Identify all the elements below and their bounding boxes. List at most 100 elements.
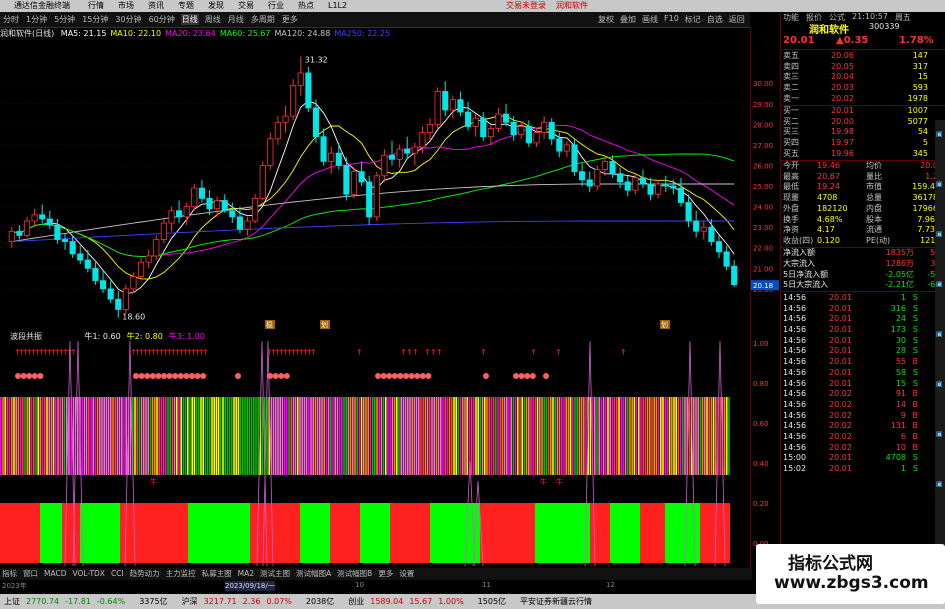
- indicator-bar: [576, 397, 578, 475]
- period-button[interactable]: 30分钟: [114, 14, 142, 25]
- indicator-tab[interactable]: 测试幅图A: [296, 568, 331, 580]
- indicator-header: 波段共振 牛1: 0.60 牛2: 0.80 牛3: 1.00: [0, 331, 750, 341]
- chart-tool-button[interactable]: 画线: [642, 14, 658, 25]
- period-button[interactable]: 日线: [180, 14, 199, 25]
- indicator-bar: [39, 397, 42, 475]
- indicator-bar: [242, 397, 244, 475]
- indicator-tab[interactable]: 指标: [2, 568, 17, 580]
- period-button[interactable]: 15分钟: [81, 14, 109, 25]
- chart-tool-button[interactable]: 复权: [598, 14, 614, 25]
- indicator-tab[interactable]: 窗口: [23, 568, 38, 580]
- tool-icon[interactable]: ▣: [936, 280, 944, 288]
- indicator-bar: [444, 397, 446, 475]
- menu-item[interactable]: 专题: [178, 0, 194, 12]
- indicator-bar: [371, 397, 374, 475]
- menu-item[interactable]: 发现: [208, 0, 224, 12]
- chart-tool-button[interactable]: 标记: [685, 14, 701, 25]
- quote-cell: -2.21亿: [885, 280, 914, 290]
- tool-icon[interactable]: ▣: [936, 180, 944, 188]
- indicator-tab[interactable]: 主力监控: [166, 568, 196, 580]
- period-button[interactable]: 5分钟: [53, 14, 76, 25]
- signal-dot: [149, 373, 156, 379]
- indicator-bar: [512, 397, 515, 475]
- indicator-bar: [138, 397, 141, 475]
- quote-row: 15:02 20.01 1 S: [781, 464, 945, 475]
- tool-icon[interactable]: ▣: [936, 230, 944, 238]
- period-button[interactable]: 1分钟: [25, 14, 48, 25]
- chart-tool-button[interactable]: 返回: [729, 14, 745, 25]
- chart-tool-button[interactable]: 叠加: [620, 14, 636, 25]
- quote-cell: 净流入额: [783, 248, 815, 258]
- trend-block: [120, 503, 188, 563]
- indicator-tab[interactable]: CCI: [111, 568, 124, 580]
- quote-cell: B: [912, 389, 919, 399]
- menu-item[interactable]: L1L2: [328, 0, 347, 12]
- indicator-tab[interactable]: MA2: [238, 568, 254, 580]
- indicator-tab[interactable]: 更多: [378, 568, 393, 580]
- ma-value: MA20: 23.64: [165, 29, 216, 38]
- indicator-bar: [112, 397, 114, 475]
- period-button[interactable]: 分时: [2, 14, 20, 25]
- period-button[interactable]: 多周期: [250, 14, 276, 25]
- quote-cell: 91: [895, 389, 906, 399]
- indicator-tab[interactable]: 设置: [399, 568, 414, 580]
- tool-icon[interactable]: ▣: [936, 380, 944, 388]
- indicator-bar: [578, 397, 581, 475]
- indicator-bar: [33, 397, 35, 475]
- indicator-tab[interactable]: 测试主图: [260, 568, 290, 580]
- indicator-bar: [169, 397, 171, 475]
- date-label: 12: [606, 581, 615, 589]
- indicator-bar: [402, 397, 405, 475]
- tool-icon[interactable]: ▣: [936, 330, 944, 338]
- quote-cell: 20.01: [829, 357, 852, 367]
- indicator-bar: [442, 397, 444, 475]
- indicator-bar: [635, 397, 638, 475]
- quote-row: 买一 20.01 1007: [781, 106, 945, 117]
- indicator-tab[interactable]: 趋势动力: [130, 568, 160, 580]
- quote-cell: 14:56: [783, 346, 807, 356]
- period-button[interactable]: 60分钟: [148, 14, 176, 25]
- trade-login-link[interactable]: 交易未登录: [506, 0, 546, 12]
- signal-dot: [283, 373, 290, 379]
- menu-item[interactable]: 热点: [298, 0, 314, 12]
- tool-icon[interactable]: ▣: [936, 130, 944, 138]
- indicator-tab[interactable]: 私募主图: [202, 568, 232, 580]
- indicator-chart[interactable]: ↑↑↑↑↑↑↑↑↑↑↑↑↑↑↑ ↑↑↑↑↑↑↑↑↑↑↑↑↑↑↑↑↑↑↑ ↑↑↑↑↑↑…: [0, 341, 750, 566]
- quote-cell: 5日净流入额: [783, 269, 829, 279]
- indicator-bar: [481, 397, 484, 475]
- period-button[interactable]: 周线: [204, 14, 222, 25]
- indicator-tab[interactable]: 测试幅图B: [337, 568, 372, 580]
- indicator-bar: [660, 397, 662, 475]
- candlestick-chart[interactable]: 31.32 18.60 稳 划 划: [0, 38, 750, 330]
- tool-icon[interactable]: ▣: [936, 480, 944, 488]
- quote-cell: 收益(四): [783, 235, 814, 245]
- indicator-bar: [631, 397, 633, 475]
- indicator-bar: [101, 397, 103, 475]
- chart-tool-button[interactable]: 自选: [707, 14, 723, 25]
- tool-icon[interactable]: ▣: [936, 430, 944, 438]
- side-toolbar[interactable]: ▣ ▣ ▣ ▣ ▣ ▣ ▣ ▣: [935, 120, 945, 550]
- period-button[interactable]: 月线: [227, 14, 245, 25]
- period-button[interactable]: 更多: [281, 14, 299, 25]
- indicator-bar: [677, 397, 680, 475]
- indicator-bar: [536, 397, 539, 475]
- indicator-tab[interactable]: MACD: [44, 568, 66, 580]
- indicator-bar: [517, 397, 519, 475]
- quote-cell: 最低: [783, 182, 799, 192]
- menu-item[interactable]: 交易: [238, 0, 254, 12]
- menu-item[interactable]: 行业: [268, 0, 284, 12]
- indicator-bar: [24, 397, 26, 475]
- menu-item[interactable]: 行情: [88, 0, 104, 12]
- quote-cell: 净资: [783, 225, 799, 235]
- indicator-bar: [378, 397, 380, 475]
- indicator-bar: [257, 397, 259, 475]
- indicator-bar: [299, 397, 301, 475]
- trade-stock-link[interactable]: 润和软件: [556, 0, 588, 12]
- indicator-tab[interactable]: VOL-TDX: [72, 568, 104, 580]
- menu-item[interactable]: 资讯: [148, 0, 164, 12]
- menu-item[interactable]: 市场: [118, 0, 134, 12]
- indicator-bar: [26, 397, 28, 475]
- indicator-bar: [574, 397, 576, 475]
- indicator-bar: [290, 397, 292, 475]
- chart-tool-button[interactable]: F10: [664, 14, 679, 25]
